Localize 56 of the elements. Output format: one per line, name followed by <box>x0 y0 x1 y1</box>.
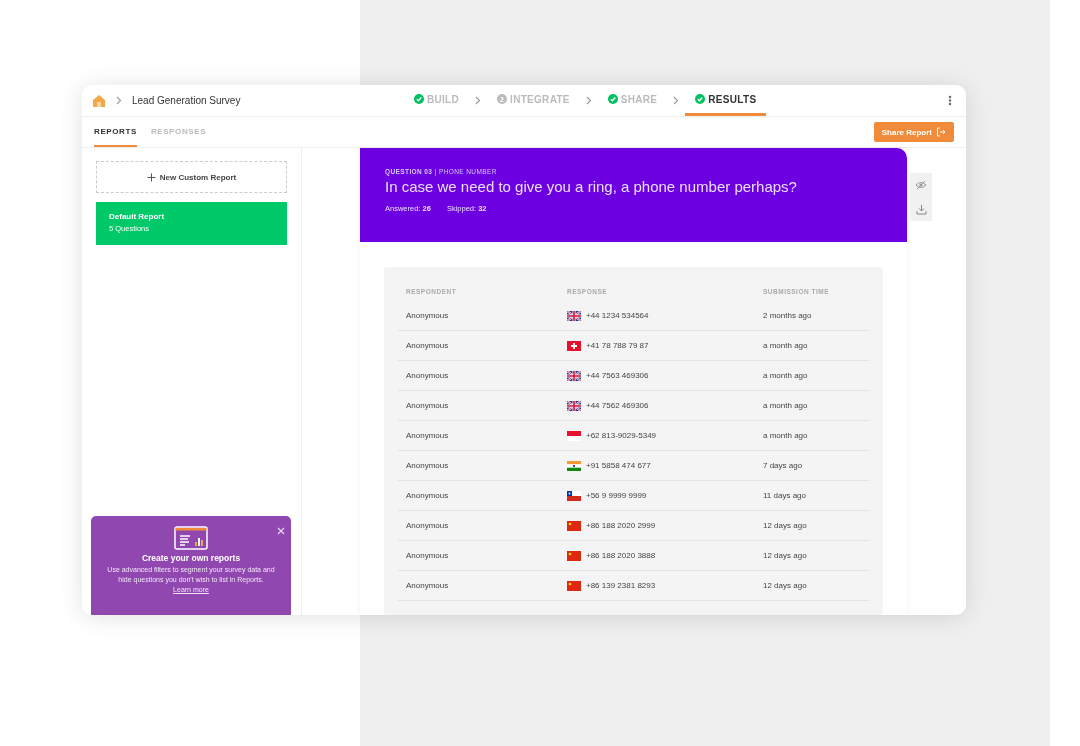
new-report-button[interactable]: New Custom Report <box>96 161 287 193</box>
response-cell: +44 7563 469306 <box>586 371 649 380</box>
report-chart-icon <box>174 526 208 550</box>
report-title: Default Report <box>109 212 166 221</box>
chevron-icon <box>475 96 482 105</box>
response-cell: +44 1234 534564 <box>586 311 649 320</box>
respondent-cell-text: Anonymous <box>406 401 450 410</box>
plus-icon <box>146 172 156 182</box>
time-cell-text: a month ago <box>763 371 809 380</box>
response-cell: +44 7562 469306 <box>586 401 649 410</box>
more-icon[interactable] <box>948 94 952 106</box>
respondent-cell-text: Anonymous <box>406 491 450 500</box>
check-icon <box>695 94 706 104</box>
tip-title: Create your own reports <box>141 553 241 563</box>
tab[interactable]: RESPONSES <box>150 117 207 147</box>
time-cell-text: 12 days ago <box>763 581 808 590</box>
download-icon[interactable] <box>915 203 927 215</box>
chevron-icon <box>116 96 122 105</box>
time-cell-text: 12 days ago <box>763 551 808 560</box>
time-cell-text: 12 days ago <box>763 521 808 530</box>
respondent-cell-text: Anonymous <box>406 551 450 560</box>
response-cell: +86 139 2381 8293 <box>586 581 656 590</box>
response-cell: +56 9 9999 9999 <box>586 491 647 500</box>
chevron-icon <box>673 96 680 105</box>
check-icon <box>607 94 618 104</box>
hidden-eye-icon[interactable] <box>915 180 927 190</box>
check-icon <box>414 94 424 104</box>
question-text: In case we need to give you a ring, a phone number perhaps? <box>385 178 798 195</box>
respondent-cell-text: Anonymous <box>406 461 450 470</box>
step-tab[interactable]: BUILD <box>404 85 470 116</box>
response-cell: +86 188 2020 3888 <box>586 551 656 560</box>
respondent-cell-text: Anonymous <box>406 521 450 530</box>
respondent-cell-text: Anonymous <box>406 431 450 440</box>
share-report-button[interactable]: Share Report <box>873 122 954 142</box>
time-cell-text: 11 days ago <box>763 491 807 500</box>
response-cell: +91 5858 474 677 <box>586 461 651 470</box>
response-cell: +86 188 2020 2999 <box>586 521 656 530</box>
tab[interactable]: REPORTS <box>94 117 137 147</box>
respondent-cell-text: Anonymous <box>406 581 450 590</box>
time-cell-text: a month ago <box>763 401 809 410</box>
respondent-cell-text: Anonymous <box>406 371 450 380</box>
time-cell-text: 7 days ago <box>763 461 804 470</box>
respondent-cell-text: Anonymous <box>406 341 450 350</box>
response-cell: +41 78 788 79 87 <box>586 341 649 350</box>
time-cell-text: a month ago <box>763 341 809 350</box>
survey-title: Lead Generation Survey <box>132 95 241 106</box>
response-cell: +62 813-9029-5349 <box>586 431 657 440</box>
step-tab[interactable]: SHARE <box>597 85 668 116</box>
respondent-cell-text: Anonymous <box>406 311 450 320</box>
chevron-icon <box>585 96 592 105</box>
time-cell-text: a month ago <box>763 431 809 440</box>
time-cell-text: 2 months ago <box>763 311 813 320</box>
close-icon[interactable] <box>277 527 285 535</box>
step-tab[interactable]: RESULTS <box>685 85 767 116</box>
export-icon <box>936 127 946 137</box>
home-icon[interactable] <box>92 93 106 108</box>
